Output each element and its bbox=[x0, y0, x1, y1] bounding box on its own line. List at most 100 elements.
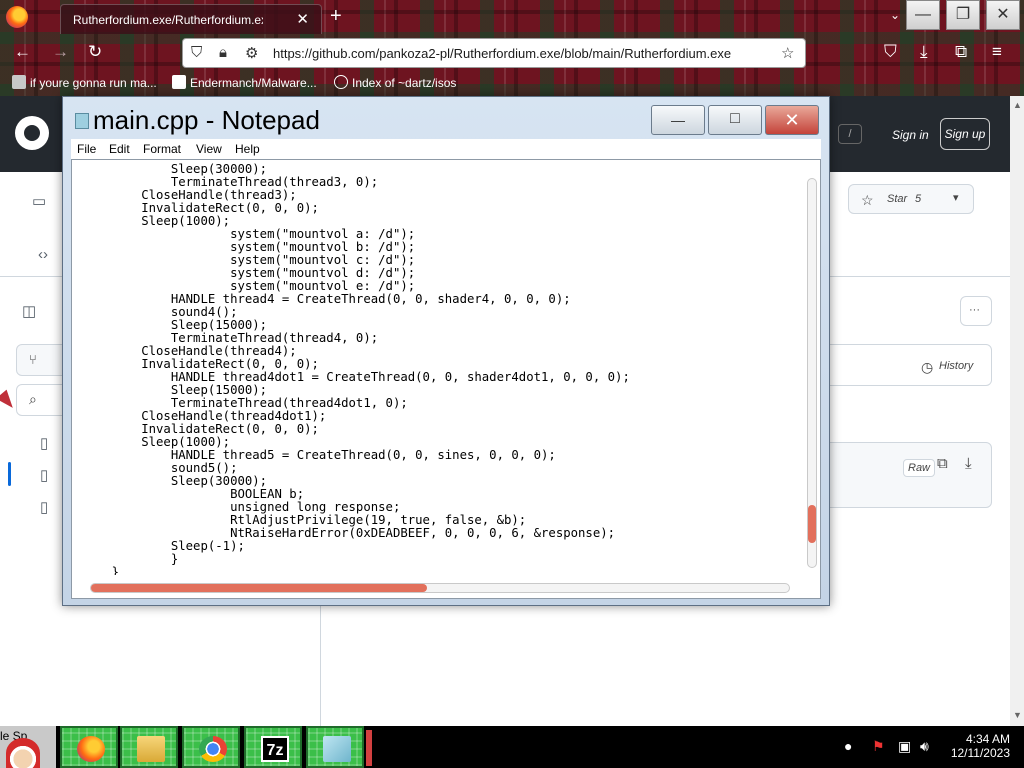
star-count: 5 bbox=[915, 193, 922, 205]
history-icon: ◷ bbox=[921, 359, 934, 375]
firefox-icon[interactable] bbox=[6, 6, 28, 28]
history-link[interactable]: History bbox=[939, 360, 973, 372]
sidebar-toggle-icon[interactable]: ◫ bbox=[22, 302, 36, 320]
menu-format[interactable]: Format bbox=[143, 142, 181, 156]
file-toolbar: Raw ⧉ ⤓ bbox=[824, 442, 992, 508]
vertical-scrollbar[interactable] bbox=[807, 178, 817, 568]
forward-arrow-icon[interactable]: → bbox=[52, 42, 69, 62]
active-file-indicator bbox=[8, 462, 11, 486]
url-bar[interactable]: ⛉ 🔒︎ ⚙ https://github.com/pankoza2-pl/Ru… bbox=[182, 38, 806, 68]
navigation-bar: ← → ↻ ⛉ 🔒︎ ⚙ https://github.com/pankoza2… bbox=[0, 36, 1024, 70]
permissions-icon[interactable]: ⚙ bbox=[245, 44, 258, 62]
lock-icon[interactable]: 🔒︎ bbox=[219, 44, 227, 61]
star-icon: ☆ bbox=[861, 192, 874, 208]
file-icon[interactable]: ▯ bbox=[40, 466, 48, 484]
new-tab-button[interactable]: + bbox=[330, 5, 342, 28]
bookmark-item[interactable]: Index of ~dartz/isos bbox=[334, 75, 456, 90]
bookmark-star-icon[interactable]: ☆ bbox=[781, 44, 794, 62]
extensions-icon[interactable]: ⧉ bbox=[955, 42, 967, 62]
browser-minimize-button[interactable]: — bbox=[906, 0, 940, 30]
browser-restore-button[interactable]: ❐ bbox=[946, 0, 980, 30]
taskbar-separator bbox=[366, 730, 372, 766]
scroll-down-icon[interactable]: ▼ bbox=[1013, 710, 1022, 720]
firefox-icon bbox=[77, 736, 105, 762]
notepad-icon bbox=[75, 113, 89, 129]
tray-clock[interactable]: 4:34 AM 12/11/2023 bbox=[940, 732, 1010, 760]
sign-up-button[interactable]: Sign up bbox=[940, 118, 990, 150]
volume-icon[interactable]: 🔊︎ bbox=[920, 738, 929, 755]
bookmark-item[interactable]: if youre gonna run ma... bbox=[12, 75, 157, 90]
horizontal-scrollbar[interactable] bbox=[90, 583, 790, 593]
tab-active[interactable]: Rutherfordium.exe/Rutherfordium.exe ✕ bbox=[60, 4, 322, 34]
file-icon[interactable]: ▯ bbox=[40, 498, 48, 516]
file-icon[interactable]: ▯ bbox=[40, 434, 48, 452]
github-favicon-icon bbox=[172, 75, 186, 89]
dot-icon[interactable]: ● bbox=[844, 738, 852, 754]
kebab-icon: ··· bbox=[969, 304, 980, 316]
page-scrollbar[interactable]: ▲ ▼ bbox=[1010, 96, 1024, 726]
taskbar-7zip[interactable]: 7z bbox=[244, 726, 302, 768]
tab-title: Rutherfordium.exe/Rutherfordium.exe bbox=[73, 13, 263, 27]
bookmark-label: Index of ~dartz/isos bbox=[352, 76, 457, 90]
copy-icon[interactable]: ⧉ bbox=[937, 455, 948, 472]
code-tab-icon[interactable]: ‹› bbox=[38, 246, 48, 263]
chevron-down-icon[interactable]: ▾ bbox=[953, 191, 959, 204]
globe-icon bbox=[334, 75, 348, 89]
code-content: Sleep(30000); TerminateThread(thread3, 0… bbox=[82, 163, 802, 575]
search-shortcut-key[interactable]: / bbox=[838, 124, 862, 144]
download-raw-icon[interactable]: ⤓ bbox=[965, 455, 972, 472]
hamburger-menu-icon[interactable]: ≡ bbox=[992, 42, 1002, 62]
github-logo-icon[interactable] bbox=[15, 116, 49, 150]
star-label: Star bbox=[887, 193, 908, 205]
download-icon[interactable]: ⤓ bbox=[920, 42, 928, 62]
search-icon: ⌕ bbox=[29, 391, 37, 407]
sign-in-link[interactable]: Sign in bbox=[892, 128, 929, 142]
vertical-scroll-thumb[interactable] bbox=[808, 505, 816, 543]
code-line: Sleep(-1); bbox=[82, 539, 245, 553]
bookmark-label: Endermanch/Malware... bbox=[190, 76, 317, 90]
clock-date: 12/11/2023 bbox=[950, 746, 1010, 760]
menu-help[interactable]: Help bbox=[235, 142, 260, 156]
reload-icon[interactable]: ↻ bbox=[88, 42, 102, 62]
list-all-tabs-icon[interactable]: ⌄ bbox=[890, 8, 900, 22]
menu-edit[interactable]: Edit bbox=[109, 142, 130, 156]
scroll-up-icon[interactable]: ▲ bbox=[1013, 100, 1022, 110]
branch-icon: ⑂ bbox=[29, 352, 37, 367]
code-line: } bbox=[82, 565, 120, 576]
bookmark-item[interactable]: Endermanch/Malware... bbox=[172, 75, 317, 90]
horizontal-scroll-thumb[interactable] bbox=[91, 584, 427, 592]
pocket-icon[interactable]: ⛉ bbox=[884, 42, 897, 62]
taskbar-notepad[interactable] bbox=[306, 726, 364, 768]
security-flag-icon[interactable]: ⚑ bbox=[872, 738, 885, 755]
taskbar-chrome[interactable] bbox=[182, 726, 240, 768]
shield-icon[interactable]: ⛉ bbox=[191, 44, 202, 61]
latest-commit-bar: ◷ History bbox=[824, 344, 992, 386]
notepad-window: main.cpp - Notepad — □ ✕ File Edit Forma… bbox=[62, 96, 830, 606]
file-explorer-icon bbox=[137, 736, 165, 762]
clock-time: 4:34 AM bbox=[965, 732, 1010, 746]
url-text[interactable]: https://github.com/pankoza2-pl/Rutherfor… bbox=[273, 46, 767, 61]
notepad-icon bbox=[323, 736, 351, 762]
notepad-title: main.cpp - Notepad bbox=[93, 105, 320, 135]
raw-button[interactable]: Raw bbox=[903, 459, 936, 477]
browser-chrome: Rutherfordium.exe/Rutherfordium.exe ✕ + … bbox=[0, 0, 1024, 96]
back-arrow-icon[interactable]: ← bbox=[14, 42, 31, 62]
notepad-maximize-button[interactable]: □ bbox=[708, 105, 762, 135]
notepad-minimize-button[interactable]: — bbox=[651, 105, 705, 135]
network-icon[interactable]: ▣ bbox=[898, 738, 911, 755]
menu-view[interactable]: View bbox=[196, 142, 222, 156]
notepad-text-area[interactable]: Sleep(30000); TerminateThread(thread3, 0… bbox=[71, 159, 821, 599]
browser-close-button[interactable]: ✕ bbox=[986, 0, 1020, 30]
start-button[interactable]: le Sp bbox=[0, 726, 56, 768]
notepad-titlebar[interactable]: main.cpp - Notepad — □ ✕ bbox=[63, 97, 829, 139]
menu-file[interactable]: File bbox=[77, 142, 96, 156]
tab-close-icon[interactable]: ✕ bbox=[296, 10, 309, 28]
more-options-button[interactable]: ··· bbox=[960, 296, 992, 326]
bookmarks-bar: if youre gonna run ma... Endermanch/Malw… bbox=[0, 72, 1024, 94]
star-button[interactable]: ☆ Star 5 ▾ bbox=[848, 184, 974, 214]
taskbar-file-explorer[interactable] bbox=[120, 726, 178, 768]
taskbar-firefox[interactable] bbox=[60, 726, 118, 768]
code-line: } bbox=[82, 552, 179, 566]
repo-icon: ▭ bbox=[32, 193, 47, 210]
notepad-close-button[interactable]: ✕ bbox=[765, 105, 819, 135]
